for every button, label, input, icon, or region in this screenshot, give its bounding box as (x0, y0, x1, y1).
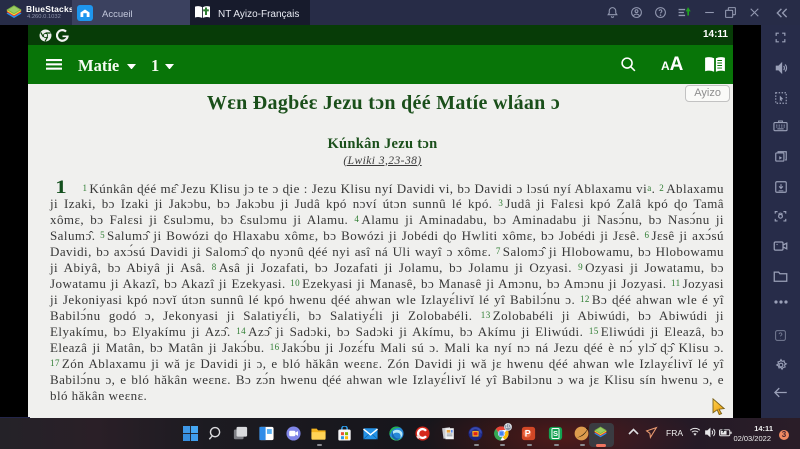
svg-text:S: S (553, 429, 558, 438)
svg-text:P: P (525, 429, 531, 439)
